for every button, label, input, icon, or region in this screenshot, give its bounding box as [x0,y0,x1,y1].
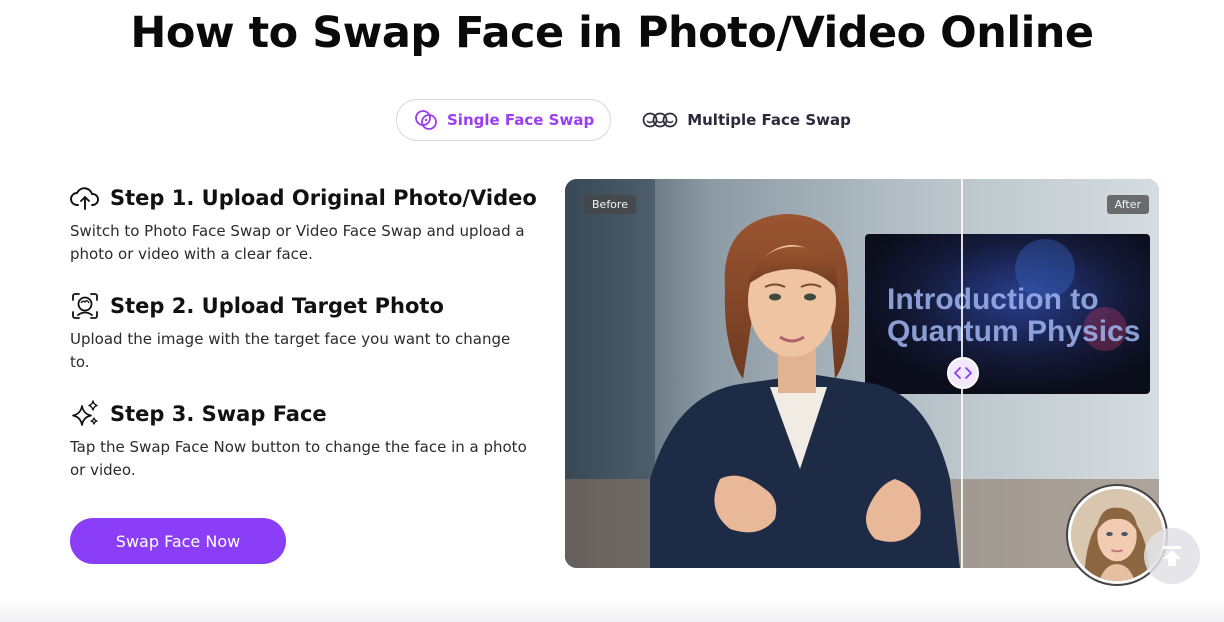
cloud-upload-icon [70,187,99,210]
step-title: Step 3. Swap Face [110,402,327,426]
before-label: Before [584,195,636,214]
step-description: Tap the Swap Face Now button to change t… [70,438,527,479]
face-scan-icon [72,293,98,319]
tab-single-face-swap[interactable]: Single Face Swap [396,99,612,141]
arrow-up-icon [1163,546,1181,566]
tab-label: Single Face Swap [447,111,595,129]
step-item: Step 3. Swap Face Tap the Swap Face Now … [70,396,540,482]
step-item: Step 2. Upload Target Photo Upload the i… [70,288,540,374]
step-description: Switch to Photo Face Swap or Video Face … [70,222,525,263]
after-label: After [1106,195,1149,214]
face-swap-mode-tabs: Single Face Swap Multiple Face Swap [396,98,867,142]
step-title: Step 2. Upload Target Photo [110,294,444,318]
step-title: Step 1. Upload Original Photo/Video [110,186,537,210]
before-after-comparison[interactable]: Introduction to Quantum Physics Before A… [565,179,1159,568]
screen-text-line1: Introduction to [887,283,1099,316]
scroll-to-top-button[interactable] [1144,528,1200,584]
tab-label: Multiple Face Swap [687,111,851,129]
multiple-face-icon [642,112,678,128]
screen-text-line2: Quantum Physics [887,315,1140,348]
page-title: How to Swap Face in Photo/Video Online [130,8,1094,58]
step-description: Upload the image with the target face yo… [70,330,511,371]
swap-face-now-button[interactable]: Swap Face Now [70,518,286,564]
section-bottom-edge [0,600,1224,622]
step-item: Step 1. Upload Original Photo/Video Swit… [70,180,540,266]
single-face-icon [415,110,437,130]
comparison-slider-handle[interactable] [947,357,979,389]
comparison-image: Introduction to Quantum Physics [565,179,1159,568]
chevrons-left-right-icon [954,367,972,379]
steps-list: Step 1. Upload Original Photo/Video Swit… [70,180,540,504]
tab-multiple-face-swap[interactable]: Multiple Face Swap [625,99,867,141]
sparkles-icon [72,400,98,426]
